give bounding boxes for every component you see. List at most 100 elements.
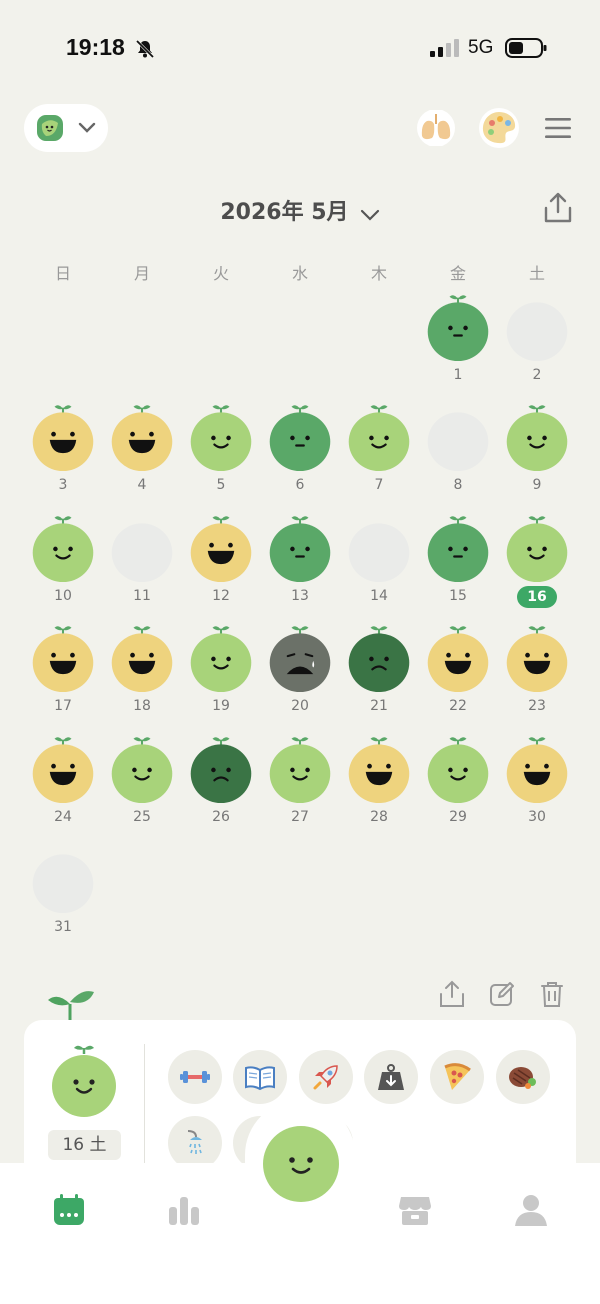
leaf-avatar-icon xyxy=(37,115,63,141)
edit-icon[interactable] xyxy=(488,980,516,1008)
weekday-label: 水 xyxy=(291,264,308,283)
calendar-day[interactable]: 28 xyxy=(339,734,419,844)
mood-face-calm-icon xyxy=(427,295,489,362)
calendar-day[interactable]: 26 xyxy=(181,734,261,844)
day-number: 20 xyxy=(291,698,309,714)
day-number: 17 xyxy=(54,698,72,714)
calendar-day[interactable]: 9 xyxy=(497,402,577,512)
month-selector[interactable]: 2026年 5月 xyxy=(0,194,600,226)
add-mood-icon[interactable] xyxy=(262,1125,340,1203)
calendar-day[interactable]: 3 xyxy=(23,402,103,512)
calendar-day[interactable]: 20 xyxy=(260,623,340,733)
lungs-icon[interactable] xyxy=(415,110,457,146)
mood-face-awful-icon xyxy=(269,626,331,693)
activity-pizza[interactable] xyxy=(430,1050,484,1104)
battery-icon xyxy=(505,38,547,58)
calendar-day[interactable]: 7 xyxy=(339,402,419,512)
calendar-day[interactable]: 13 xyxy=(260,513,340,623)
calendar-day[interactable]: 5 xyxy=(181,402,261,512)
bell-muted-icon xyxy=(135,39,155,59)
calendar-day[interactable]: 24 xyxy=(23,734,103,844)
activity-shower[interactable] xyxy=(168,1116,222,1170)
calendar-day[interactable]: 12 xyxy=(181,513,261,623)
calendar-day[interactable]: 25 xyxy=(102,734,182,844)
calendar-day[interactable]: 4 xyxy=(102,402,182,512)
rocket-icon xyxy=(313,1065,338,1090)
calendar-day[interactable]: 21 xyxy=(339,623,419,733)
day-number: 30 xyxy=(528,809,546,825)
mood-face-great-icon xyxy=(506,737,568,804)
calendar-day[interactable]: 22 xyxy=(418,623,498,733)
calendar-day[interactable]: 8 xyxy=(418,402,498,512)
calendar-day[interactable]: 10 xyxy=(23,513,103,623)
network-type: 5G xyxy=(468,37,494,58)
mood-face-great-icon xyxy=(348,737,410,804)
day-number: 2 xyxy=(532,367,542,383)
mood-face-great-icon xyxy=(111,626,173,693)
day-number: 18 xyxy=(133,698,151,714)
palette-icon[interactable] xyxy=(478,108,520,148)
mood-face-good-icon xyxy=(190,405,252,472)
share-icon[interactable] xyxy=(438,980,466,1008)
day-number: 9 xyxy=(532,477,542,493)
mood-face-good-icon xyxy=(111,737,173,804)
day-number: 6 xyxy=(295,477,305,493)
empty-day-icon xyxy=(427,412,489,472)
calendar-day[interactable]: 30 xyxy=(497,734,577,844)
mood-face-great-icon xyxy=(32,737,94,804)
activity-exercise[interactable] xyxy=(168,1050,222,1104)
calendar-day[interactable]: 16 xyxy=(497,513,577,623)
calendar-day[interactable]: 6 xyxy=(260,402,340,512)
today-day-number: 16 xyxy=(517,586,557,608)
day-number: 14 xyxy=(370,588,388,604)
shower-icon xyxy=(187,1130,202,1154)
status-bar: 19:18 5G xyxy=(0,30,600,70)
calendar-icon[interactable] xyxy=(52,1193,86,1227)
calendar-day[interactable]: 17 xyxy=(23,623,103,733)
sprout-icon xyxy=(48,991,94,1022)
day-number: 10 xyxy=(54,588,72,604)
calendar-day[interactable]: 2 xyxy=(497,292,577,402)
day-number: 22 xyxy=(449,698,467,714)
calendar-day[interactable]: 31 xyxy=(23,844,103,954)
weight-icon xyxy=(378,1064,404,1090)
stats-icon[interactable] xyxy=(167,1193,201,1227)
day-number: 21 xyxy=(370,698,388,714)
calendar-day[interactable]: 11 xyxy=(102,513,182,623)
chevron-down-icon xyxy=(78,122,96,133)
calendar-day[interactable]: 14 xyxy=(339,513,419,623)
mood-face-calm-icon xyxy=(269,516,331,583)
empty-day-icon xyxy=(111,523,173,583)
day-number: 5 xyxy=(216,477,226,493)
calendar-day[interactable]: 18 xyxy=(102,623,182,733)
mood-face-calm-icon xyxy=(427,516,489,583)
calendar-day[interactable]: 1 xyxy=(418,292,498,402)
calendar-day[interactable]: 23 xyxy=(497,623,577,733)
calendar-day[interactable]: 15 xyxy=(418,513,498,623)
day-number: 13 xyxy=(291,588,309,604)
activity-reading[interactable] xyxy=(233,1050,287,1104)
weekday-label: 日 xyxy=(54,264,71,283)
profile-switcher[interactable] xyxy=(24,104,108,152)
day-number: 28 xyxy=(370,809,388,825)
calendar-day[interactable]: 29 xyxy=(418,734,498,844)
activity-work[interactable] xyxy=(299,1050,353,1104)
day-number: 4 xyxy=(137,477,147,493)
activity-meat[interactable] xyxy=(496,1050,550,1104)
mood-face-great-icon xyxy=(32,405,94,472)
trash-icon[interactable] xyxy=(538,980,566,1008)
pizza-icon xyxy=(444,1063,471,1090)
calendar-day[interactable]: 19 xyxy=(181,623,261,733)
activity-weight[interactable] xyxy=(364,1050,418,1104)
signal-icon xyxy=(430,39,459,57)
day-number: 1 xyxy=(453,367,463,383)
shop-icon[interactable] xyxy=(398,1193,432,1227)
day-number: 29 xyxy=(449,809,467,825)
day-number: 23 xyxy=(528,698,546,714)
profile-icon[interactable] xyxy=(514,1193,548,1227)
share-icon[interactable] xyxy=(543,192,573,224)
hamburger-menu-icon[interactable] xyxy=(545,116,571,140)
day-number: 3 xyxy=(58,477,68,493)
weekday-label: 月 xyxy=(133,264,150,283)
calendar-day[interactable]: 27 xyxy=(260,734,340,844)
